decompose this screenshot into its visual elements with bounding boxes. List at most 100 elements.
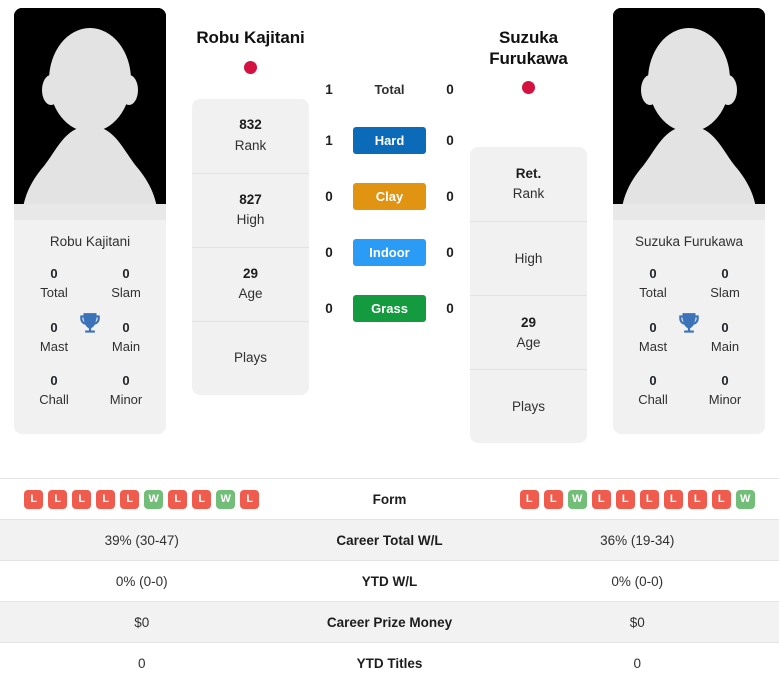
stat-value-left: 39% (30-47) [0, 519, 284, 561]
rank-row-age-right: 29 Age [470, 295, 587, 369]
player-photo-left [14, 8, 166, 220]
player-photo-right [613, 8, 765, 220]
title-stat-chall-right: 0 Chall [627, 372, 679, 410]
title-stat-label: Total [639, 284, 667, 300]
surface-badge-indoor[interactable]: Indoor [353, 238, 426, 266]
form-badge-loss[interactable]: L [240, 489, 260, 509]
rank-label: Plays [233, 350, 267, 366]
rank-label: Age [238, 286, 263, 302]
country-flag-icon-left [244, 60, 257, 74]
rank-row-plays-right: Plays [470, 369, 587, 443]
form-badge-loss[interactable]: L [48, 489, 68, 509]
stat-label-career-total-wl: Career Total W/L [283, 519, 496, 561]
form-badge-loss[interactable]: L [519, 489, 539, 509]
titles-grid-left: 0 Total 0 Slam 0 Mast 0 Main 0 Chall 0 M… [14, 259, 166, 434]
title-stat-value: 0 [649, 373, 657, 389]
form-badge-loss[interactable]: L [120, 489, 140, 509]
stat-label-ytd-titles: YTD Titles [283, 642, 496, 684]
title-stat-slam-right: 0 Slam [699, 265, 751, 303]
title-stat-total-right: 0 Total [627, 265, 679, 303]
surface-badge-hard[interactable]: Hard [353, 126, 426, 154]
h2h-row-total: 1 Total 0 [309, 66, 470, 112]
player-summary-left: Robu Kajitani 832 Rank 827 High 29 Age P… [192, 8, 309, 395]
stat-label-career-prize-money: Career Prize Money [283, 601, 496, 643]
title-stat-value: 0 [50, 319, 58, 335]
player-card-right[interactable]: Suzuka Furukawa 0 Total 0 Slam 0 Mast 0 … [613, 8, 765, 435]
form-badge-win[interactable]: W [216, 489, 236, 509]
title-stat-label: Total [40, 284, 68, 300]
title-stat-value: 0 [649, 266, 657, 281]
form-cell-right: LLWLLLLLLW [495, 478, 779, 520]
title-stat-label: Slam [111, 284, 141, 300]
titles-grid-right: 0 Total 0 Slam 0 Mast 0 Main 0 Chall 0 M… [613, 259, 765, 434]
form-badge-loss[interactable]: L [663, 489, 683, 509]
form-badge-win[interactable]: W [567, 489, 587, 509]
form-badge-loss[interactable]: L [591, 489, 611, 509]
h2h-label-total: Total [374, 81, 405, 97]
title-stat-value: 0 [122, 266, 130, 281]
h2h-score-right: 0 [446, 244, 454, 260]
table-row-ytd-titles: 0 YTD Titles 0 [0, 642, 779, 684]
form-badge-loss[interactable]: L [96, 489, 116, 509]
titles-row: 0 Chall 0 Minor [619, 366, 759, 420]
title-stat-minor-left: 0 Minor [100, 372, 152, 410]
surface-badge-clay[interactable]: Clay [353, 182, 426, 210]
title-stat-slam-left: 0 Slam [100, 265, 152, 303]
rank-row-rank-left: 832 Rank [192, 99, 309, 173]
title-stat-total-left: 0 Total [28, 265, 80, 303]
player-card-name-right: Suzuka Furukawa [634, 234, 744, 249]
stat-value-right: $0 [495, 601, 779, 643]
title-stat-main-right: 0 Main [699, 319, 751, 357]
h2h-score-right: 0 [446, 188, 454, 204]
h2h-score-left: 0 [325, 244, 333, 260]
form-badge-win[interactable]: W [144, 489, 164, 509]
rank-row-age-left: 29 Age [192, 246, 309, 321]
form-badge-loss[interactable]: L [639, 489, 659, 509]
title-stat-value: 0 [122, 373, 130, 389]
table-row-form: LLLLLWLLWL Form LLWLLLLLLW [0, 478, 779, 520]
rank-label: Rank [234, 137, 267, 153]
player-card-name-left: Robu Kajitani [49, 234, 131, 249]
form-badge-loss[interactable]: L [687, 489, 707, 509]
title-stat-label: Mast [39, 338, 69, 354]
h2h-score-right: 0 [446, 300, 454, 316]
title-stat-label: Chall [39, 392, 69, 408]
rank-label: High [236, 212, 265, 228]
player-card-left[interactable]: Robu Kajitani 0 Total 0 Slam 0 Mast 0 Ma… [14, 8, 166, 435]
h2h-score-right: 0 [446, 81, 454, 97]
rank-value: 832 [239, 117, 262, 133]
rank-row-rank-right: Ret. Rank [470, 147, 587, 221]
form-badge-loss[interactable]: L [168, 489, 188, 509]
rank-label: Rank [512, 186, 545, 202]
title-stat-label: Main [710, 338, 740, 354]
rank-card-right: Ret. Rank High 29 Age Plays [470, 147, 587, 444]
form-badge-loss[interactable]: L [615, 489, 635, 509]
player-comparison-header: Robu Kajitani 0 Total 0 Slam 0 Mast 0 Ma… [0, 0, 779, 478]
rank-label: Age [516, 334, 541, 350]
rank-value: Ret. [515, 166, 542, 182]
title-stat-main-left: 0 Main [100, 319, 152, 357]
stat-value-right: 0 [495, 642, 779, 684]
table-row-ytd-wl: 0% (0-0) YTD W/L 0% (0-0) [0, 560, 779, 602]
title-stat-minor-right: 0 Minor [699, 372, 751, 410]
title-stat-label: Minor [109, 392, 143, 408]
surface-badge-grass[interactable]: Grass [353, 294, 426, 322]
form-cell-left: LLLLLWLLWL [0, 478, 284, 520]
h2h-row-indoor: 0 Indoor 0 [309, 224, 470, 280]
form-badge-win[interactable]: W [735, 489, 755, 509]
form-badge-loss[interactable]: L [543, 489, 563, 509]
form-badge-loss[interactable]: L [72, 489, 92, 509]
form-badge-loss[interactable]: L [711, 489, 731, 509]
title-stat-value: 0 [721, 319, 729, 335]
head-to-head-panel: 1 Total 0 1 Hard 0 0 Clay 0 0 Indoor 0 0… [309, 8, 470, 336]
form-badge-loss[interactable]: L [192, 489, 212, 509]
title-stat-value: 0 [649, 319, 657, 335]
country-flag-icon-right [522, 81, 535, 95]
table-row-career-total-wl: 39% (30-47) Career Total W/L 36% (19-34) [0, 519, 779, 561]
h2h-row-hard: 1 Hard 0 [309, 112, 470, 168]
form-badge-loss[interactable]: L [24, 489, 44, 509]
rank-value: 827 [239, 191, 262, 207]
table-row-career-prize-money: $0 Career Prize Money $0 [0, 601, 779, 643]
titles-row: 0 Total 0 Slam [619, 259, 759, 313]
rank-card-left: 832 Rank 827 High 29 Age Plays [192, 98, 309, 395]
